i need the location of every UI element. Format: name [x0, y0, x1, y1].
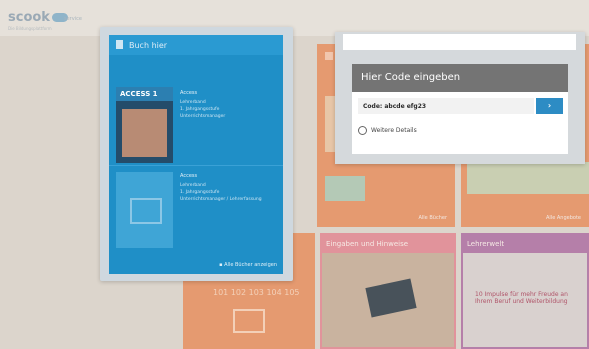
folder-icon: [233, 309, 265, 333]
book-card-panel: Buch hier ACCESS 1 Access Lehrerband 1. …: [109, 35, 283, 274]
dialog-top-strip: [343, 34, 576, 50]
dialog-title: Hier Code eingeben: [361, 72, 461, 83]
logo-sub: service: [64, 16, 82, 22]
book2-line: 1. Jahrgangsstufe: [180, 190, 220, 195]
tile-pink-middle[interactable]: Eingaben und Hinweise: [320, 233, 456, 349]
tile-footer-link[interactable]: Alle Angebote: [546, 215, 581, 221]
bag-icon: [116, 40, 123, 49]
logo-text: scook: [8, 10, 50, 25]
scook-logo[interactable]: scook: [8, 10, 68, 25]
tile-footer-link[interactable]: Alle Bücher: [418, 215, 447, 221]
dialog-header: Hier Code eingeben: [352, 64, 568, 92]
details-label: Weitere Details: [371, 127, 417, 134]
cover-photo: [122, 109, 167, 157]
header-bar: scook service Die Bildungsplattform: [0, 0, 589, 36]
tile-number-row: 101 102 103 104 105: [213, 288, 300, 297]
logo-tagline: Die Bildungsplattform: [8, 26, 52, 31]
book1-line: Lehrerband: [180, 100, 206, 105]
tile-icon: [325, 52, 333, 60]
all-books-link[interactable]: ▪ Alle Bücher anzeigen: [219, 262, 277, 268]
book-card: Buch hier ACCESS 1 Access Lehrerband 1. …: [100, 27, 293, 281]
all-books-label: Alle Bücher anzeigen: [224, 262, 277, 268]
book2-line: Lehrerband: [180, 183, 206, 188]
dialog-body: › Weitere Details: [352, 92, 568, 154]
divider: [109, 165, 283, 166]
book2-heading: Access: [180, 173, 198, 179]
book-cover-placeholder[interactable]: [116, 172, 173, 248]
book1-line: Unterrichtsmanager: [180, 114, 226, 119]
book2-line: Unterrichtsmanager / Lehrerfassung: [180, 197, 262, 202]
cover-title: ACCESS 1: [120, 90, 158, 98]
book1-heading: Access: [180, 90, 198, 96]
book-cover[interactable]: ACCESS 1: [116, 87, 173, 163]
book1-line: 1. Jahrgangsstufe: [180, 107, 220, 112]
clock-icon: [358, 126, 367, 135]
tile-title: Eingaben und Hinweise: [326, 240, 409, 248]
promo-image: [467, 162, 589, 194]
code-dialog: Hier Code eingeben › Weitere Details: [335, 32, 585, 164]
submit-code-button[interactable]: ›: [536, 98, 563, 114]
promo-caption: 10 Impulse für mehr Freude an Ihrem Beru…: [475, 291, 568, 305]
tile-title: Lehrerwelt: [467, 240, 505, 248]
tile-purple-right[interactable]: Lehrerwelt 10 Impulse für mehr Freude an…: [461, 233, 589, 349]
book-thumbnail: [325, 176, 365, 201]
details-link[interactable]: Weitere Details: [358, 126, 417, 135]
code-input[interactable]: [358, 98, 534, 114]
book-card-title: Buch hier: [129, 41, 168, 50]
book2-info[interactable]: Access Lehrerband 1. Jahrgangsstufe Unte…: [180, 173, 262, 203]
book1-info[interactable]: Access Lehrerband 1. Jahrgangsstufe Unte…: [180, 90, 225, 120]
open-book-icon: [130, 198, 162, 224]
book-card-header: Buch hier: [109, 35, 283, 55]
